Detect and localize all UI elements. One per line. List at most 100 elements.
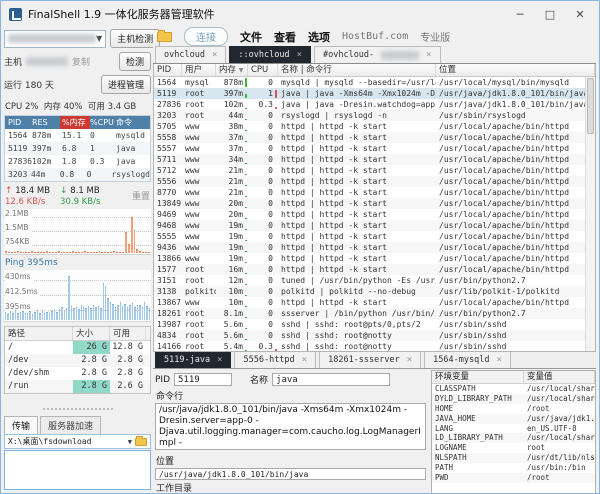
process-row[interactable]: 13867www10m0httpd | httpd -k start/usr/l… — [154, 297, 585, 308]
folder-icon[interactable] — [157, 32, 172, 42]
mini-table-row[interactable]: 1564878m15.10mysqld — [5, 129, 150, 142]
process-row[interactable]: 9468www19m0httpd | httpd -k start/usr/lo… — [154, 220, 585, 231]
site-link[interactable]: HostBuf.com — [342, 31, 408, 42]
process-row[interactable]: 5711www34m0httpd | httpd -k start/usr/lo… — [154, 154, 585, 165]
process-detail-tab[interactable]: 18261-ssserver× — [319, 351, 421, 368]
process-row[interactable]: 14166root5.4m0.3sshd | sshd: root@notty/… — [154, 341, 585, 351]
process-row[interactable]: 5712www21m0httpd | httpd -k start/usr/lo… — [154, 165, 585, 176]
transfer-file-area[interactable] — [4, 450, 151, 490]
name-field[interactable] — [272, 373, 390, 386]
process-row[interactable]: 5555www19m0httpd | httpd -k start/usr/lo… — [154, 231, 585, 242]
location-field[interactable] — [155, 468, 426, 480]
pro-version-link[interactable]: 专业版 — [420, 29, 450, 44]
mini-table-header[interactable]: PIDRES%内存%CPU命令 — [5, 116, 150, 129]
check-button[interactable]: 检测 — [119, 52, 151, 71]
process-row[interactable]: 5119root397m1java | java -Xms64m -Xmx102… — [154, 88, 585, 99]
process-row[interactable]: 4834root5.6m0sshd | sshd: root@notty/usr… — [154, 330, 585, 341]
folder-icon[interactable] — [135, 438, 147, 446]
tab-close-icon[interactable]: × — [407, 355, 412, 365]
env-row[interactable]: LOGNAMEroot — [432, 443, 595, 453]
tab-close-icon[interactable]: × — [297, 50, 302, 60]
download-path-bar[interactable]: X:\桌面\fsdownload ▼ — [4, 434, 151, 449]
close-button[interactable]: ✕ — [565, 3, 595, 25]
menu-options[interactable]: 选项 — [308, 29, 330, 45]
mini-col-header[interactable]: %内存 — [60, 116, 90, 129]
maximize-button[interactable]: □ — [535, 3, 565, 25]
disk-col-path[interactable]: 路径 — [5, 327, 73, 340]
tab-close-icon[interactable]: × — [212, 50, 217, 60]
mini-col-header[interactable]: %CPU — [90, 116, 116, 129]
mini-col-header[interactable]: RES — [32, 116, 60, 129]
env-row[interactable]: PATH/usr/bin:/bin — [432, 463, 595, 473]
process-manager-button[interactable]: 进程管理 — [101, 75, 151, 94]
process-row[interactable]: 9436www19m0httpd | httpd -k start/usr/lo… — [154, 242, 585, 253]
tab-close-icon[interactable]: × — [496, 355, 501, 365]
process-row[interactable]: 5705www38m0httpd | httpd -k start/usr/lo… — [154, 121, 585, 132]
process-row[interactable]: 5557www37m0httpd | httpd -k start/usr/lo… — [154, 143, 585, 154]
process-row[interactable]: 1577root16m0httpd | httpd -k start/usr/l… — [154, 264, 585, 275]
disk-col-size[interactable]: 大小 — [73, 327, 110, 340]
disk-table-header[interactable]: 路径 大小 可用 — [5, 327, 150, 341]
col-pid[interactable]: PID — [154, 64, 182, 76]
process-row[interactable]: 3151root12m0tuned | /usr/bin/python -Es … — [154, 275, 585, 286]
col-name-cmd[interactable]: 名称 | 命令行 — [278, 64, 436, 76]
transfer-tab[interactable]: 传输 — [4, 416, 38, 434]
process-row[interactable]: 13866www19m0httpd | httpd -k start/usr/l… — [154, 253, 585, 264]
env-row[interactable]: LANGen_US.UTF-8 — [432, 424, 595, 434]
chevron-down-icon[interactable]: ▼ — [128, 438, 132, 446]
process-row[interactable]: 5558www37m0httpd | httpd -k start/usr/lo… — [154, 132, 585, 143]
col-cpu[interactable]: CPU — [248, 64, 278, 76]
env-col-value[interactable]: 变量值 — [524, 371, 595, 383]
minimize-button[interactable]: ─ — [505, 3, 535, 25]
tab-close-icon[interactable]: × — [217, 355, 222, 365]
mini-table-row[interactable]: 5119397m6.81java — [5, 142, 150, 155]
process-row[interactable]: 5556www21m0httpd | httpd -k start/usr/lo… — [154, 176, 585, 187]
env-row[interactable]: PWD/root — [432, 473, 595, 483]
disk-table-row[interactable]: /dev2.8 G2.8 G — [5, 354, 150, 367]
env-row[interactable]: HOME/root — [432, 404, 595, 414]
env-row[interactable]: CLASSPATH/usr/local/share/resin-4.0.36/l… — [432, 384, 595, 394]
process-row[interactable]: 9469www20m0httpd | httpd -k start/usr/lo… — [154, 209, 585, 220]
mini-table-row[interactable]: 320344m0.80rsyslogd — [5, 168, 150, 181]
col-mem[interactable]: 内存 ▼ — [216, 64, 248, 76]
env-row[interactable]: DYLD_LIBRARY_PATH/usr/local/share/resin-… — [432, 394, 595, 404]
process-row[interactable]: 3203root44m0rsyslogd | rsyslogd -n/usr/s… — [154, 110, 585, 121]
session-tab[interactable]: #ovhcloud-× — [314, 46, 441, 63]
process-table-header[interactable]: PID 用户 内存 ▼ CPU 名称 | 命令行 位置 — [154, 64, 595, 77]
tab-close-icon[interactable]: × — [302, 355, 307, 365]
process-detail-tab[interactable]: 5556-httpd× — [234, 351, 316, 368]
session-tab[interactable]: ::ovhcloud× — [229, 46, 311, 63]
col-path[interactable]: 位置 — [436, 64, 595, 76]
transfer-tab[interactable]: 服务器加速 — [40, 416, 101, 434]
disk-table-row[interactable]: /26 G12.8 G — [5, 341, 150, 354]
mini-table-row[interactable]: 27836102m1.80.3java — [5, 155, 150, 168]
process-detail-tab[interactable]: 1564-mysqld× — [424, 351, 511, 368]
col-user[interactable]: 用户 — [182, 64, 216, 76]
process-row[interactable]: 18261root8.1m0ssserver | /bin/python /us… — [154, 308, 585, 319]
env-col-name[interactable]: 环境变量 — [432, 371, 524, 383]
pid-field[interactable] — [174, 373, 232, 386]
disk-table-row[interactable]: /run2.8 G2.6 G — [5, 380, 150, 393]
tab-close-icon[interactable]: × — [426, 50, 431, 60]
menu-file[interactable]: 文件 — [240, 29, 262, 45]
copy-link[interactable]: 复制 — [72, 55, 90, 68]
process-detail-tab[interactable]: 5119-java× — [155, 351, 231, 368]
process-row[interactable]: 13987root5.6m0sshd | sshd: root@pts/0,pt… — [154, 319, 585, 330]
process-row[interactable]: 3138polkitd10m0polkitd | polkitd --no-de… — [154, 286, 585, 297]
splitter-handle[interactable] — [43, 408, 113, 410]
mini-col-header[interactable]: PID — [5, 116, 32, 129]
disk-col-avail[interactable]: 可用 — [110, 327, 146, 340]
env-table-header[interactable]: 环境变量 变量值 — [432, 371, 595, 384]
cmdline-textarea[interactable]: /usr/java/jdk1.8.0_101/bin/java -Xms64m … — [155, 403, 426, 450]
disk-table-row[interactable]: /dev/shm2.8 G2.8 G — [5, 367, 150, 380]
connect-button[interactable]: 连接 — [184, 27, 228, 46]
mini-col-header[interactable]: 命令 — [116, 116, 150, 129]
env-row[interactable]: LD_LIBRARY_PATH/usr/local/share/resin-4.… — [432, 433, 595, 443]
host-select[interactable]: ▼ — [4, 30, 106, 48]
reset-link[interactable]: 重置 — [132, 192, 150, 203]
env-row[interactable]: NLSPATH/usr/dt/lib/nls/msg/%L/%N.cat — [432, 453, 595, 463]
process-row[interactable]: 13849www20m0httpd | httpd -k start/usr/l… — [154, 198, 585, 209]
env-row[interactable]: JAVA_HOME/usr/java/jdk1.8.0_101/jre/bin/… — [432, 414, 595, 424]
vertical-scrollbar[interactable] — [585, 77, 595, 351]
process-row[interactable]: 27836root102m0.3java | java -Dresin.watc… — [154, 99, 585, 110]
